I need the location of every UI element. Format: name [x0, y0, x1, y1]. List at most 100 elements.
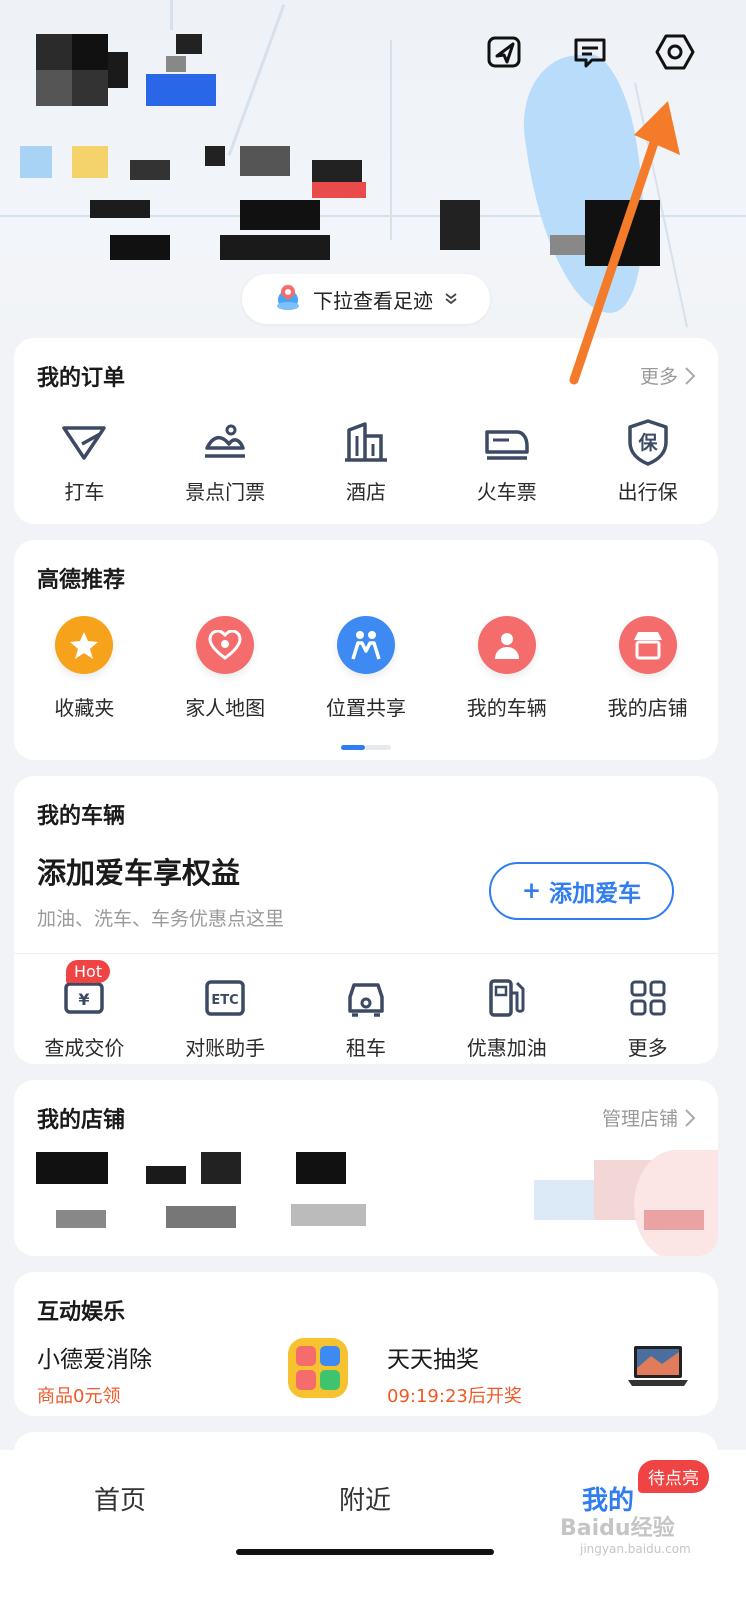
ent-item-subtitle: 09:19:23后开奖	[387, 1386, 522, 1407]
tool-fuel-discount[interactable]: 优惠加油	[436, 972, 577, 1061]
location-share-icon	[336, 616, 395, 674]
svg-text:¥: ¥	[79, 990, 90, 1009]
svg-text:保: 保	[637, 431, 658, 454]
star-icon	[55, 616, 114, 674]
ent-item-subtitle: 商品0元领	[37, 1386, 121, 1407]
annotation-arrow-icon	[569, 101, 680, 385]
recommend-grid: 收藏夹 家人地图 位置共享 我的车辆 我的店铺	[14, 616, 718, 721]
travel-insurance-icon: 保	[622, 416, 674, 468]
store-card: 我的店铺 管理店铺	[14, 1080, 718, 1256]
recommend-card: 高德推荐 收藏夹 家人地图 位置共享 我的车辆 我的店铺	[14, 540, 718, 760]
add-car-label: 添加爱车	[549, 881, 642, 907]
tool-label: 对账助手	[185, 1036, 266, 1060]
order-item-label: 打车	[64, 480, 105, 504]
recommend-item-favorites[interactable]: 收藏夹	[14, 616, 155, 721]
page-dot-active	[341, 745, 365, 750]
nav-nearby[interactable]: 附近	[339, 1480, 391, 1517]
order-item-train-ticket[interactable]: 火车票	[436, 416, 577, 505]
chevron-right-icon	[685, 1108, 696, 1127]
send-icon[interactable]	[483, 30, 527, 74]
tool-label: 查成交价	[44, 1036, 125, 1060]
recommend-item-location-share[interactable]: 位置共享	[296, 616, 437, 721]
family-heart-icon	[196, 616, 255, 674]
recommend-page-indicator	[341, 745, 391, 750]
page-dot	[365, 745, 391, 750]
recommend-item-label: 我的车辆	[466, 696, 547, 720]
person-car-icon	[477, 616, 536, 674]
order-item-label: 出行保	[617, 480, 678, 504]
hot-badge: Hot	[66, 960, 111, 983]
recommend-item-family-map[interactable]: 家人地图	[155, 616, 296, 721]
vehicle-promo-subtitle: 加油、洗车、车务优惠点这里	[37, 908, 285, 930]
fuel-pump-icon	[481, 972, 533, 1024]
car-rental-icon	[340, 972, 392, 1024]
store-info-mosaic	[36, 1150, 396, 1240]
message-icon[interactable]	[568, 30, 612, 74]
recommend-item-my-vehicle[interactable]: 我的车辆	[436, 616, 577, 721]
vehicle-tools-grid: ¥ Hot 查成交价 ETC 对账助手 租车 优惠加油 更多	[14, 960, 718, 1061]
grid-more-icon	[622, 972, 674, 1024]
add-car-button[interactable]: + 添加爱车	[489, 862, 674, 920]
tool-label: 优惠加油	[466, 1036, 547, 1060]
tool-etc-assistant[interactable]: ETC 对账助手	[155, 972, 296, 1061]
store-seal-mosaic	[534, 1150, 718, 1256]
recommend-item-my-store[interactable]: 我的店铺	[577, 616, 718, 721]
recommend-title: 高德推荐	[37, 568, 126, 593]
orders-grid: 打车 景点门票 酒店 火车票 保 出行保	[14, 416, 718, 505]
entertainment-title: 互动娱乐	[37, 1300, 126, 1325]
vehicle-title: 我的车辆	[37, 804, 126, 829]
recommend-item-label: 我的店铺	[607, 696, 688, 720]
order-item-travel-insurance[interactable]: 保 出行保	[577, 416, 718, 505]
watermark-url: jingyan.baidu.com	[580, 1542, 691, 1556]
avatar[interactable]	[36, 34, 128, 106]
orders-title: 我的订单	[37, 366, 126, 391]
hotel-icon	[340, 416, 392, 468]
vehicle-promo-title: 添加爱车享权益	[37, 856, 241, 890]
store-title: 我的店铺	[37, 1108, 126, 1133]
game-app-icon[interactable]	[288, 1338, 348, 1398]
store-icon	[618, 616, 677, 674]
map-road	[170, 0, 173, 30]
bottom-nav: 首页 附近 我的 待点亮 Baidu经验 jingyan.baidu.com	[0, 1450, 746, 1599]
tool-car-rental[interactable]: 租车	[296, 972, 437, 1061]
divider	[14, 953, 718, 954]
plus-icon: +	[521, 878, 542, 904]
etc-icon: ETC	[199, 972, 251, 1024]
train-ticket-icon	[481, 416, 533, 468]
order-item-label: 景点门票	[185, 480, 266, 504]
manage-store-link[interactable]: 管理店铺	[602, 1104, 696, 1131]
pull-footprint-chip[interactable]: 下拉查看足迹	[242, 274, 490, 324]
order-item-label: 火车票	[476, 480, 537, 504]
tool-price-check[interactable]: ¥ Hot 查成交价	[14, 960, 155, 1061]
order-item-scenic-ticket[interactable]: 景点门票	[155, 416, 296, 505]
ent-item-match-game[interactable]: 小德爱消除 商品0元领	[37, 1340, 152, 1408]
order-item-label: 酒店	[345, 480, 386, 504]
tool-more[interactable]: 更多	[577, 972, 718, 1061]
order-item-taxi[interactable]: 打车	[14, 416, 155, 505]
tool-label: 更多	[627, 1036, 668, 1060]
entertainment-card: 互动娱乐 小德爱消除 商品0元领 天天抽奖 09:19:23后开奖	[14, 1272, 718, 1416]
chevron-right-icon	[685, 366, 696, 385]
laptop-prize-icon[interactable]	[626, 1344, 690, 1390]
pull-footprint-label: 下拉查看足迹	[313, 288, 433, 313]
manage-store-label: 管理店铺	[601, 1108, 678, 1130]
username-mosaic	[146, 34, 226, 106]
footprint-globe-icon	[273, 282, 303, 317]
nav-home[interactable]: 首页	[94, 1480, 146, 1517]
taxi-icon	[58, 416, 110, 468]
nav-badge: 待点亮	[638, 1460, 709, 1493]
ent-item-daily-lottery[interactable]: 天天抽奖 09:19:23后开奖	[387, 1340, 522, 1408]
settings-icon[interactable]	[653, 30, 697, 74]
chevron-down-icon	[443, 287, 459, 311]
vehicle-card: 我的车辆 添加爱车享权益 加油、洗车、车务优惠点这里 + 添加爱车 ¥ Hot …	[14, 776, 718, 1064]
home-indicator[interactable]	[236, 1549, 494, 1555]
recommend-item-label: 收藏夹	[54, 696, 115, 720]
svg-text:ETC: ETC	[212, 993, 239, 1008]
order-item-hotel[interactable]: 酒店	[296, 416, 437, 505]
scenic-ticket-icon	[199, 416, 251, 468]
ent-item-title: 天天抽奖	[387, 1347, 479, 1373]
ent-item-title: 小德爱消除	[37, 1347, 152, 1373]
tool-label: 租车	[345, 1036, 386, 1060]
recommend-item-label: 位置共享	[325, 696, 406, 720]
map-road	[227, 4, 286, 156]
